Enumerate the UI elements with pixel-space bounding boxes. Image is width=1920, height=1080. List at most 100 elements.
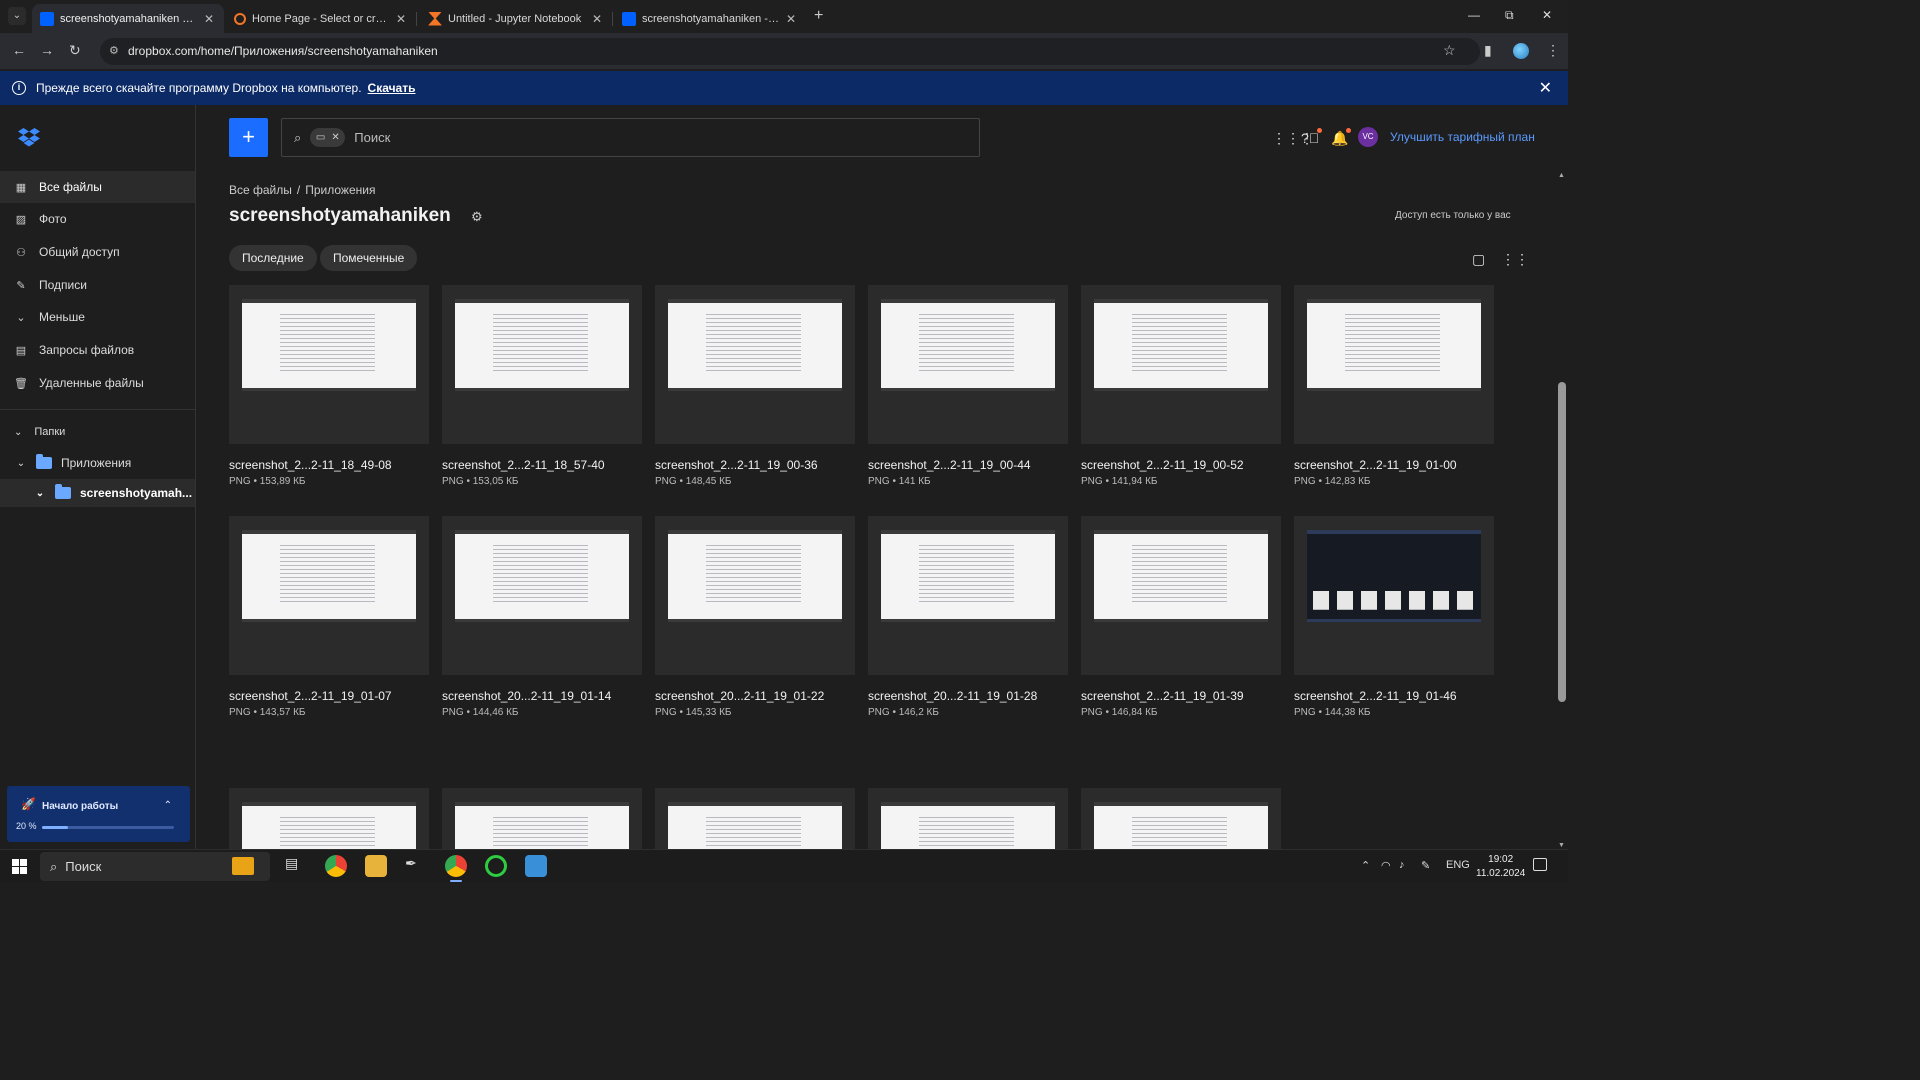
upgrade-plan-link[interactable]: Улучшить тарифный план bbox=[1390, 130, 1535, 144]
file-name[interactable]: screenshot_2...2-11_18_57-40 bbox=[442, 458, 642, 472]
create-button[interactable]: + bbox=[229, 118, 268, 157]
back-icon[interactable]: ← bbox=[12, 42, 26, 58]
file-card[interactable] bbox=[868, 788, 1068, 849]
scrollbar[interactable]: ▲ ▼ bbox=[1556, 172, 1568, 849]
chrome-profile-icon[interactable] bbox=[445, 855, 467, 882]
url-field[interactable]: ⚙ dropbox.com/home/Приложения/screenshot… bbox=[100, 38, 1480, 65]
folders-heading[interactable]: ⌄ Папки bbox=[14, 426, 65, 438]
file-thumbnail[interactable] bbox=[229, 788, 429, 849]
file-thumbnail[interactable] bbox=[1081, 285, 1281, 444]
close-tab-icon[interactable]: ✕ bbox=[592, 12, 602, 26]
site-info-icon[interactable]: ⚙ bbox=[109, 38, 119, 65]
browser-tab-2[interactable]: Home Page - Select or create a notebook … bbox=[226, 4, 417, 33]
file-thumbnail[interactable] bbox=[229, 285, 429, 444]
file-name[interactable]: screenshot_2...2-11_19_01-46 bbox=[1294, 689, 1494, 703]
sync-app-icon[interactable] bbox=[485, 855, 507, 877]
volume-icon[interactable]: ♪ bbox=[1399, 859, 1405, 871]
filter-recent-button[interactable]: Последние bbox=[229, 245, 317, 271]
file-thumbnail[interactable] bbox=[1081, 516, 1281, 675]
file-name[interactable]: screenshot_2...2-11_19_00-52 bbox=[1081, 458, 1281, 472]
download-link[interactable]: Скачать bbox=[368, 81, 416, 95]
folder-scope-chip[interactable]: ▭ ✕ bbox=[310, 128, 346, 147]
file-thumbnail[interactable] bbox=[868, 788, 1068, 849]
remove-scope-icon[interactable]: ✕ bbox=[331, 132, 339, 143]
grid-view-icon[interactable]: ⋮⋮ bbox=[1501, 251, 1529, 268]
chrome-icon[interactable] bbox=[325, 855, 347, 877]
file-name[interactable]: screenshot_20...2-11_19_01-14 bbox=[442, 689, 642, 703]
browser-tab-3[interactable]: Untitled - Jupyter Notebook ✕ bbox=[420, 4, 613, 33]
account-avatar[interactable]: VC bbox=[1358, 127, 1378, 147]
file-thumbnail[interactable] bbox=[442, 788, 642, 849]
filter-starred-button[interactable]: Помеченные bbox=[320, 245, 418, 271]
file-thumbnail[interactable] bbox=[655, 516, 855, 675]
file-name[interactable]: screenshot_20...2-11_19_01-22 bbox=[655, 689, 855, 703]
folder-tree-item-apps[interactable]: ⌄ Приложения bbox=[0, 449, 195, 477]
scroll-up-icon[interactable]: ▲ bbox=[1558, 172, 1565, 179]
close-tab-icon[interactable]: ✕ bbox=[786, 12, 796, 26]
language-indicator[interactable]: ENG bbox=[1446, 859, 1470, 871]
file-thumbnail[interactable] bbox=[1294, 285, 1494, 444]
browser-tab-1[interactable]: screenshotyamahaniken — Dropbox ✕ bbox=[32, 4, 224, 33]
file-card[interactable]: screenshot_20...2-11_19_01-28 PNG • 146,2… bbox=[868, 516, 1068, 718]
paint-app-icon[interactable] bbox=[525, 855, 547, 877]
file-thumbnail[interactable] bbox=[1294, 516, 1494, 675]
close-tab-icon[interactable]: ✕ bbox=[204, 12, 214, 26]
scrollbar-thumb[interactable] bbox=[1558, 382, 1566, 702]
file-thumbnail[interactable] bbox=[868, 516, 1068, 675]
breadcrumb-root[interactable]: Все файлы bbox=[229, 183, 292, 197]
tab-search-icon[interactable]: ⌄ bbox=[8, 7, 26, 25]
file-card[interactable] bbox=[1081, 788, 1281, 849]
task-view-icon[interactable]: ▤ bbox=[285, 855, 307, 877]
file-name[interactable]: screenshot_2...2-11_19_00-36 bbox=[655, 458, 855, 472]
browser-tab-4[interactable]: screenshotyamahaniken - Dropbox ✕ bbox=[614, 4, 806, 33]
pen-tool-icon[interactable]: ✒ bbox=[405, 855, 427, 877]
reload-icon[interactable]: ↻ bbox=[69, 42, 81, 59]
bookmark-star-icon[interactable]: ☆ bbox=[1443, 42, 1456, 59]
file-card[interactable]: screenshot_2...2-11_19_00-44 PNG • 141 КБ bbox=[868, 285, 1068, 487]
file-thumbnail[interactable] bbox=[229, 516, 429, 675]
forward-icon[interactable]: → bbox=[40, 42, 54, 58]
file-card[interactable]: screenshot_2...2-11_19_01-00 PNG • 142,83… bbox=[1294, 285, 1494, 487]
getting-started-panel[interactable]: 🚀 Начало работы ⌃ 20 % bbox=[7, 786, 190, 842]
file-card[interactable]: screenshot_2...2-11_19_01-46 PNG • 144,38… bbox=[1294, 516, 1494, 718]
side-panel-icon[interactable]: ▮ bbox=[1484, 42, 1492, 59]
new-tab-icon[interactable]: + bbox=[814, 7, 823, 25]
sidebar-item-all-files[interactable]: ▦ Все файлы bbox=[0, 171, 195, 203]
scroll-down-icon[interactable]: ▼ bbox=[1558, 842, 1565, 849]
minimize-icon[interactable]: — bbox=[1468, 8, 1480, 22]
sidebar-item-signatures[interactable]: ✎ Подписи bbox=[0, 269, 195, 301]
clock[interactable]: 19:02 11.02.2024 bbox=[1476, 853, 1525, 881]
file-name[interactable]: screenshot_2...2-11_19_01-00 bbox=[1294, 458, 1494, 472]
dropbox-logo[interactable] bbox=[18, 127, 40, 147]
sidebar-item-shared[interactable]: ⚇ Общий доступ bbox=[0, 236, 195, 268]
file-card[interactable]: screenshot_2...2-11_19_00-36 PNG • 148,45… bbox=[655, 285, 855, 487]
file-thumbnail[interactable] bbox=[1081, 788, 1281, 849]
file-name[interactable]: screenshot_20...2-11_19_01-28 bbox=[868, 689, 1068, 703]
restore-icon[interactable]: ⧉ bbox=[1505, 8, 1514, 23]
help-icon[interactable]: ?⃝ bbox=[1301, 128, 1323, 146]
file-thumbnail[interactable] bbox=[655, 285, 855, 444]
chevron-up-icon[interactable]: ⌃ bbox=[164, 800, 172, 811]
file-card[interactable]: screenshot_2...2-11_18_49-08 PNG • 153,89… bbox=[229, 285, 429, 487]
file-card[interactable]: screenshot_2...2-11_19_01-07 PNG • 143,57… bbox=[229, 516, 429, 718]
file-name[interactable]: screenshot_2...2-11_19_01-39 bbox=[1081, 689, 1281, 703]
file-card[interactable]: screenshot_2...2-11_18_57-40 PNG • 153,05… bbox=[442, 285, 642, 487]
pen-icon[interactable]: ✎ bbox=[1421, 859, 1430, 872]
file-card[interactable] bbox=[655, 788, 855, 849]
close-banner-icon[interactable]: ✕ bbox=[1539, 78, 1552, 98]
file-explorer-icon[interactable] bbox=[365, 855, 387, 877]
window-close-icon[interactable]: ✕ bbox=[1542, 8, 1552, 22]
file-thumbnail[interactable] bbox=[868, 285, 1068, 444]
list-view-icon[interactable]: ▢ bbox=[1472, 251, 1485, 268]
file-name[interactable]: screenshot_2...2-11_19_00-44 bbox=[868, 458, 1068, 472]
folder-settings-icon[interactable]: ⚙ bbox=[471, 209, 483, 225]
file-card[interactable] bbox=[229, 788, 429, 849]
file-thumbnail[interactable] bbox=[442, 285, 642, 444]
file-name[interactable]: screenshot_2...2-11_18_49-08 bbox=[229, 458, 429, 472]
breadcrumb-parent[interactable]: Приложения bbox=[305, 183, 375, 197]
bell-icon[interactable]: 🔔 bbox=[1331, 128, 1352, 147]
sidebar-item-deleted[interactable]: 🗑 Удаленные файлы bbox=[0, 367, 195, 399]
windows-start-icon[interactable] bbox=[12, 859, 27, 874]
file-card[interactable]: screenshot_20...2-11_19_01-14 PNG • 144,4… bbox=[442, 516, 642, 718]
file-thumbnail[interactable] bbox=[442, 516, 642, 675]
